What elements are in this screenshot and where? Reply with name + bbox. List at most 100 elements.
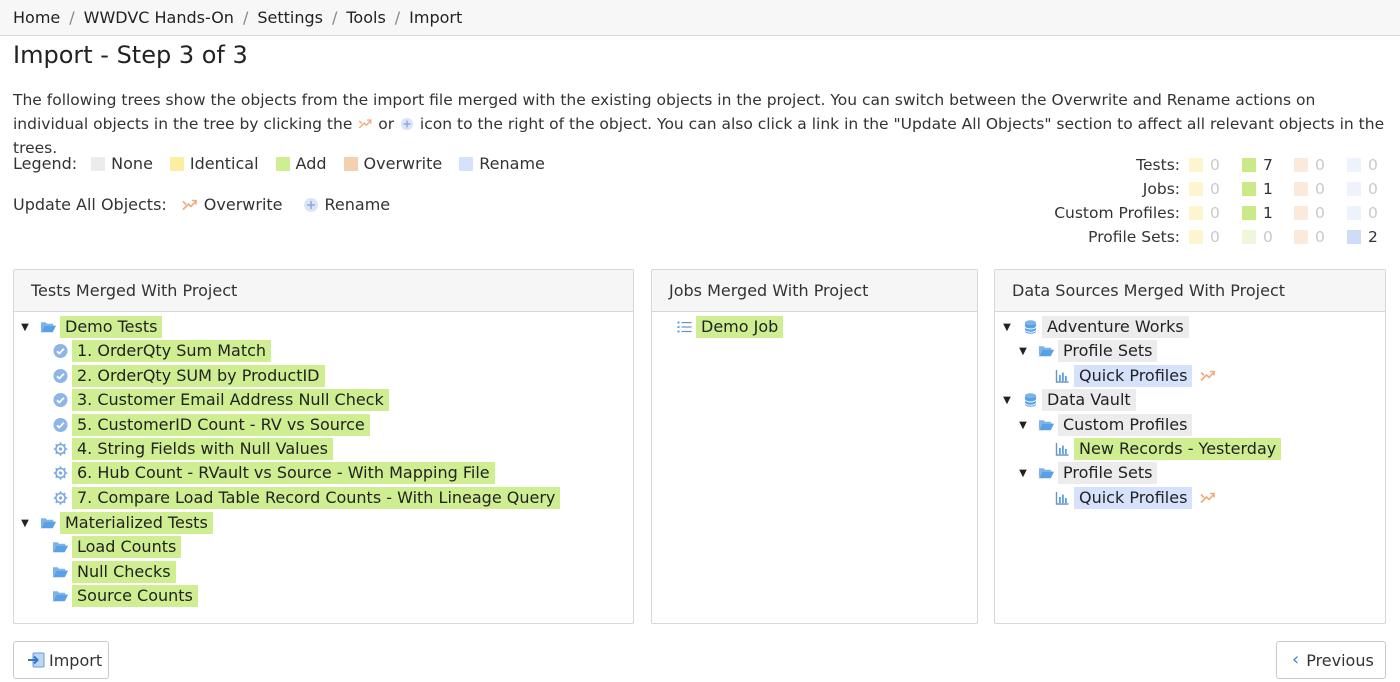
overwrite-icon — [1199, 368, 1216, 384]
breadcrumb-separator: / — [331, 8, 338, 27]
rename-icon — [303, 197, 319, 213]
tree-node-datasource[interactable]: ▼ Data Vault — [1001, 389, 1136, 411]
tree-node-test[interactable]: 1. OrderQty Sum Match — [52, 340, 272, 362]
add-count: 0 — [1263, 228, 1273, 246]
overwrite-count: 0 — [1315, 180, 1325, 198]
legend-none: None — [111, 154, 153, 173]
chart-icon — [1054, 368, 1071, 384]
collapse-toggle[interactable]: ▼ — [1017, 420, 1029, 431]
check-circle-icon — [52, 368, 69, 384]
tree-node-label[interactable]: 4. String Fields with Null Values — [72, 438, 333, 460]
identical-count: 0 — [1210, 156, 1220, 174]
tree-node-profile[interactable]: Quick Profiles — [1054, 365, 1216, 387]
summary-row-profile-sets: Profile Sets: 0 0 0 2 — [1000, 225, 1400, 249]
overwrite-all-link[interactable]: Overwrite — [181, 195, 283, 214]
rename-count: 0 — [1368, 204, 1378, 222]
tree-node-test[interactable]: 2. OrderQty SUM by ProductID — [52, 365, 325, 387]
collapse-toggle[interactable]: ▼ — [1001, 395, 1013, 406]
tree-node-label[interactable]: 1. OrderQty Sum Match — [72, 340, 272, 362]
collapse-toggle[interactable]: ▼ — [19, 322, 31, 333]
rename-all-label: Rename — [324, 195, 391, 214]
tree-node-demo-tests[interactable]: ▼ Demo Tests — [19, 316, 163, 338]
tree-node-label[interactable]: Null Checks — [72, 561, 176, 583]
overwrite-count: 0 — [1315, 156, 1325, 174]
collapse-toggle[interactable]: ▼ — [19, 518, 31, 529]
tree-node-test[interactable]: 7. Compare Load Table Record Counts - Wi… — [52, 487, 561, 509]
breadcrumb-tools[interactable]: Tools — [346, 8, 385, 27]
chart-icon — [1054, 490, 1071, 506]
folder-open-icon — [1038, 417, 1055, 433]
collapse-toggle[interactable]: ▼ — [1017, 346, 1029, 357]
collapse-toggle[interactable]: ▼ — [1001, 322, 1013, 333]
tree-node-profile[interactable]: Quick Profiles — [1054, 487, 1216, 509]
tree-node-label[interactable]: Demo Tests — [60, 316, 163, 338]
tree-node-profile[interactable]: New Records - Yesterday — [1054, 438, 1282, 460]
page-title: Import - Step 3 of 3 — [13, 41, 248, 69]
breadcrumb-project[interactable]: WWDVC Hands-On — [84, 8, 234, 27]
tree-node-label[interactable]: 7. Compare Load Table Record Counts - Wi… — [72, 487, 561, 509]
breadcrumb-separator: / — [242, 8, 249, 27]
tree-node-materialized-tests[interactable]: ▼ Materialized Tests — [19, 512, 213, 534]
import-button-label: Import — [49, 650, 103, 670]
tree-node-label[interactable]: Adventure Works — [1042, 316, 1189, 338]
overwrite-toggle[interactable] — [1199, 490, 1216, 506]
collapse-toggle[interactable]: ▼ — [1017, 468, 1029, 479]
summary-label: Custom Profiles: — [1054, 204, 1180, 222]
import-button[interactable]: Import — [13, 641, 109, 679]
legend-swatch-rename — [459, 156, 474, 171]
folder-open-icon — [40, 319, 57, 335]
tree-node-label[interactable]: Profile Sets — [1058, 340, 1158, 362]
legend-swatch-identical — [169, 156, 184, 171]
tree-node-label[interactable]: 2. OrderQty SUM by ProductID — [72, 365, 325, 387]
tree-node-test[interactable]: 5. CustomerID Count - RV vs Source — [52, 414, 370, 436]
overwrite-toggle[interactable] — [1199, 368, 1216, 384]
add-count: 1 — [1263, 180, 1273, 198]
tree-node-label[interactable]: New Records - Yesterday — [1074, 438, 1282, 460]
tree-node-label[interactable]: 5. CustomerID Count - RV vs Source — [72, 414, 370, 436]
tree-node-test[interactable]: 3. Customer Email Address Null Check — [52, 389, 389, 411]
breadcrumb-settings[interactable]: Settings — [257, 8, 323, 27]
tree-node-label[interactable]: Load Counts — [72, 536, 182, 558]
summary-label: Jobs: — [1142, 180, 1180, 198]
gear-icon — [52, 441, 69, 457]
tree-node-label[interactable]: Demo Job — [696, 316, 784, 338]
tree-node-folder[interactable]: Load Counts — [52, 536, 182, 558]
tree-node-folder[interactable]: ▼ Custom Profiles — [1017, 414, 1193, 436]
description-text: or — [373, 115, 399, 133]
tree-node-label[interactable]: 3. Customer Email Address Null Check — [72, 389, 389, 411]
legend-swatch-add — [275, 156, 290, 171]
tree-node-label[interactable]: Source Counts — [72, 585, 198, 607]
tree-node-folder[interactable]: Null Checks — [52, 561, 176, 583]
breadcrumb-separator: / — [69, 8, 75, 27]
tree-node-datasource[interactable]: ▼ Adventure Works — [1001, 316, 1189, 338]
breadcrumb-current: Import — [409, 8, 463, 27]
tree-node-folder[interactable]: ▼ Profile Sets — [1017, 340, 1158, 362]
tree-node-folder[interactable]: Source Counts — [52, 585, 198, 607]
tree-node-label[interactable]: 6. Hub Count - RVault vs Source - With M… — [72, 462, 495, 484]
rename-all-link[interactable]: Rename — [303, 195, 391, 214]
tree-node-job[interactable]: Demo Job — [676, 316, 784, 338]
jobs-panel: Jobs Merged With Project Demo Job — [651, 269, 978, 624]
identical-count: 0 — [1210, 204, 1220, 222]
rename-count: 0 — [1368, 180, 1378, 198]
database-icon — [1022, 319, 1039, 335]
previous-button[interactable]: ‹ Previous — [1276, 641, 1386, 679]
tree-node-label[interactable]: Profile Sets — [1058, 462, 1158, 484]
tree-node-label[interactable]: Quick Profiles — [1074, 365, 1193, 387]
tree-node-label[interactable]: Data Vault — [1042, 389, 1136, 411]
legend-add: Add — [295, 154, 327, 173]
folder-open-icon — [40, 515, 57, 531]
legend-label: Legend: — [13, 154, 78, 173]
tree-node-label[interactable]: Custom Profiles — [1058, 414, 1193, 436]
tree-node-folder[interactable]: ▼ Profile Sets — [1017, 462, 1158, 484]
breadcrumb-home[interactable]: Home — [13, 8, 60, 27]
summary-row-jobs: Jobs: 0 1 0 0 — [1000, 177, 1400, 201]
tree-node-label[interactable]: Quick Profiles — [1074, 487, 1193, 509]
tree-node-test[interactable]: 4. String Fields with Null Values — [52, 438, 333, 460]
chevron-left-icon: ‹ — [1292, 649, 1300, 670]
tree-node-test[interactable]: 6. Hub Count - RVault vs Source - With M… — [52, 462, 495, 484]
check-circle-icon — [52, 417, 69, 433]
tree-node-label[interactable]: Materialized Tests — [60, 512, 213, 534]
summary-label: Tests: — [1136, 156, 1180, 174]
identical-count: 0 — [1210, 180, 1220, 198]
